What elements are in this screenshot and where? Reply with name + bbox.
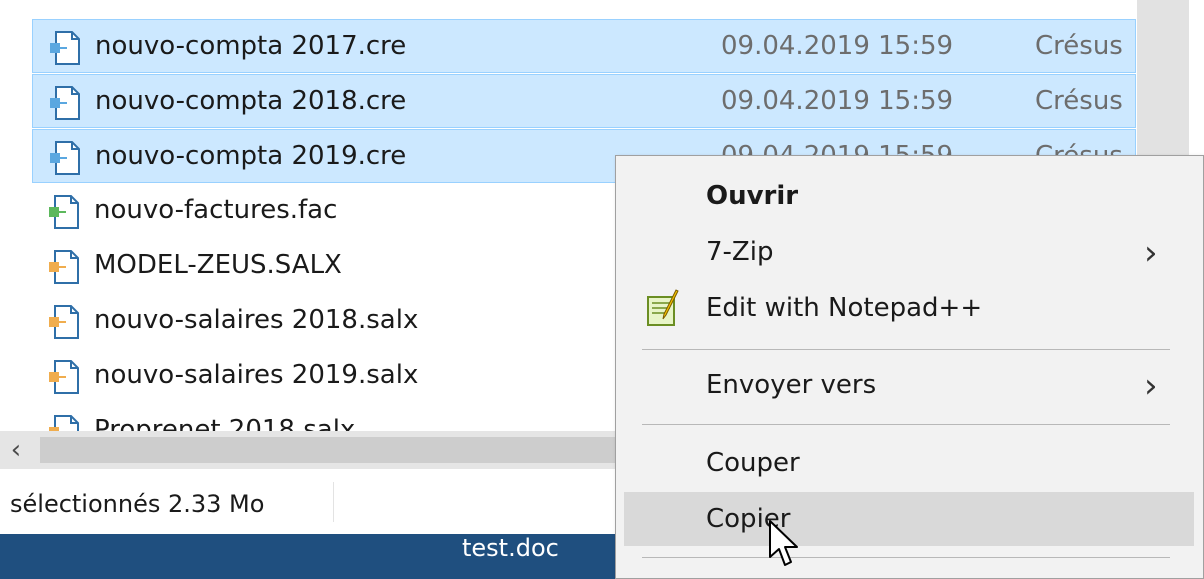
menu-item-label: Couper	[706, 448, 800, 478]
menu-item-cut[interactable]: Couper	[616, 436, 1203, 490]
folder-icon	[32, 0, 292, 6]
mouse-pointer-icon	[769, 520, 798, 566]
menu-item-open[interactable]: Ouvrir	[616, 169, 1203, 223]
cresus-factures-file-icon	[49, 195, 79, 229]
status-divider	[333, 482, 334, 522]
file-name[interactable]: nouvo-factures.fac	[94, 195, 337, 225]
chevron-right-icon: ›	[1144, 366, 1158, 406]
menu-item-label: Envoyer vers	[706, 370, 877, 400]
cresus-compta-file-icon	[50, 141, 80, 175]
chevron-right-icon: ›	[1144, 233, 1158, 273]
menu-item-edit-notepadpp[interactable]: Edit with Notepad++	[616, 281, 1203, 335]
file-row[interactable]: nouvo-compta 2018.cre 09.04.2019 15:59 C…	[32, 74, 1136, 128]
cresus-compta-file-icon	[50, 31, 80, 65]
file-type: Crésus	[1035, 86, 1123, 116]
cresus-salaires-file-icon	[49, 305, 79, 339]
file-name[interactable]: MODEL-ZEUS.SALX	[94, 250, 342, 280]
cresus-compta-file-icon	[50, 86, 80, 120]
file-name[interactable]: Proprenet 2018.salx	[94, 415, 355, 431]
menu-item-label: Edit with Notepad++	[706, 293, 983, 323]
file-name[interactable]: nouvo-compta 2018.cre	[95, 86, 406, 116]
menu-item-7zip[interactable]: 7-Zip ›	[616, 225, 1203, 279]
file-name[interactable]: nouvo-salaires 2018.salx	[94, 305, 418, 335]
taskbar: test.doc	[0, 534, 620, 579]
cresus-salaires-file-icon	[49, 250, 79, 284]
menu-separator	[642, 349, 1170, 350]
notepad-plus-plus-icon	[647, 289, 679, 326]
file-name[interactable]: nouvo-compta 2019.cre	[95, 141, 406, 171]
selection-status: sélectionnés 2.33 Mo	[10, 490, 265, 518]
menu-item-label: Ouvrir	[706, 181, 799, 211]
taskbar-item-label[interactable]: test.doc	[462, 534, 559, 562]
menu-item-send-to[interactable]: Envoyer vers ›	[616, 358, 1203, 412]
horizontal-scrollbar-thumb[interactable]	[40, 437, 615, 463]
menu-separator	[642, 557, 1170, 558]
scroll-left-arrow-icon[interactable]: ‹	[0, 431, 32, 469]
cresus-salaires-file-icon	[49, 415, 79, 431]
cresus-salaires-file-icon	[49, 360, 79, 394]
file-type: Crésus	[1035, 31, 1123, 61]
menu-item-label: 7-Zip	[706, 237, 774, 267]
menu-item-copy[interactable]: Copier	[624, 492, 1194, 546]
context-menu: Ouvrir 7-Zip › Edit with Notepad++ Envoy…	[615, 155, 1204, 579]
file-date: 09.04.2019 15:59	[721, 31, 954, 61]
horizontal-scrollbar[interactable]: ‹	[0, 431, 620, 469]
file-name[interactable]: nouvo-compta 2017.cre	[95, 31, 406, 61]
file-name[interactable]: nouvo-salaires 2019.salx	[94, 360, 418, 390]
file-date: 09.04.2019 15:59	[721, 86, 954, 116]
status-bar: sélectionnés 2.33 Mo	[0, 470, 620, 534]
menu-separator	[642, 424, 1170, 425]
file-row[interactable]: nouvo-compta 2017.cre 09.04.2019 15:59 C…	[32, 19, 1136, 73]
